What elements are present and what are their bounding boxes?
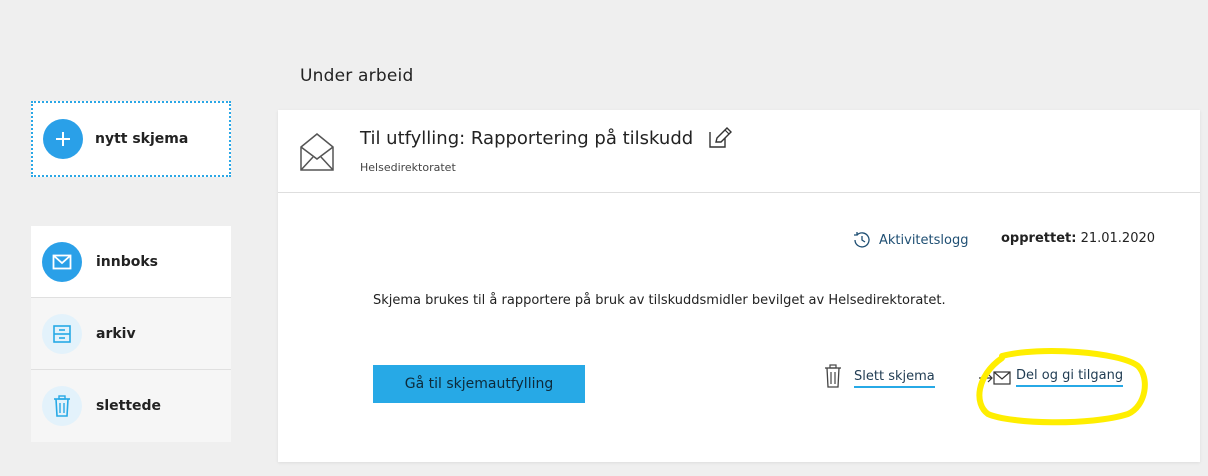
trash-icon	[825, 364, 841, 388]
sidebar-nav: innboks arkiv slettede	[31, 226, 231, 442]
created-label: opprettet:	[1001, 231, 1077, 246]
envelope-icon	[42, 241, 82, 282]
card-sender: Helsedirektoratet	[360, 161, 456, 174]
created-value: 21.01.2020	[1080, 231, 1156, 246]
sidebar-item-label: arkiv	[96, 325, 136, 342]
sidebar-item-label: slettede	[96, 398, 162, 414]
sidebar-item-deleted[interactable]: slettede	[31, 370, 231, 442]
delete-form-link[interactable]: Slett skjema	[824, 364, 935, 388]
history-icon	[854, 232, 870, 248]
edit-icon[interactable]	[707, 127, 733, 149]
go-to-form-button[interactable]: Gå til skjemautfylling	[373, 365, 585, 403]
highlight-annotation	[976, 348, 1148, 426]
section-title: Under arbeid	[300, 66, 414, 86]
card-header: Til utfylling: Rapportering på tilskudd …	[278, 110, 1200, 193]
sidebar-item-archive[interactable]: arkiv	[31, 298, 231, 370]
activity-log-label: Aktivitetslogg	[879, 232, 969, 248]
envelope-open-icon	[300, 133, 334, 171]
trash-icon	[42, 386, 82, 426]
form-description: Skjema brukes til å rapportere på bruk a…	[373, 293, 946, 308]
sidebar-item-inbox[interactable]: innboks	[31, 226, 231, 298]
card-title-row: Til utfylling: Rapportering på tilskudd	[360, 127, 733, 149]
plus-icon	[43, 119, 83, 159]
sidebar-item-label: innboks	[96, 253, 159, 270]
card-title: Til utfylling: Rapportering på tilskudd	[360, 127, 694, 149]
activity-log-link[interactable]: Aktivitetslogg	[853, 231, 968, 249]
delete-form-label: Slett skjema	[854, 369, 935, 388]
archive-icon	[42, 313, 82, 354]
new-form-button[interactable]: nytt skjema	[31, 101, 231, 177]
new-form-label: nytt skjema	[95, 131, 189, 147]
created-date: opprettet: 21.01.2020	[1001, 231, 1155, 246]
